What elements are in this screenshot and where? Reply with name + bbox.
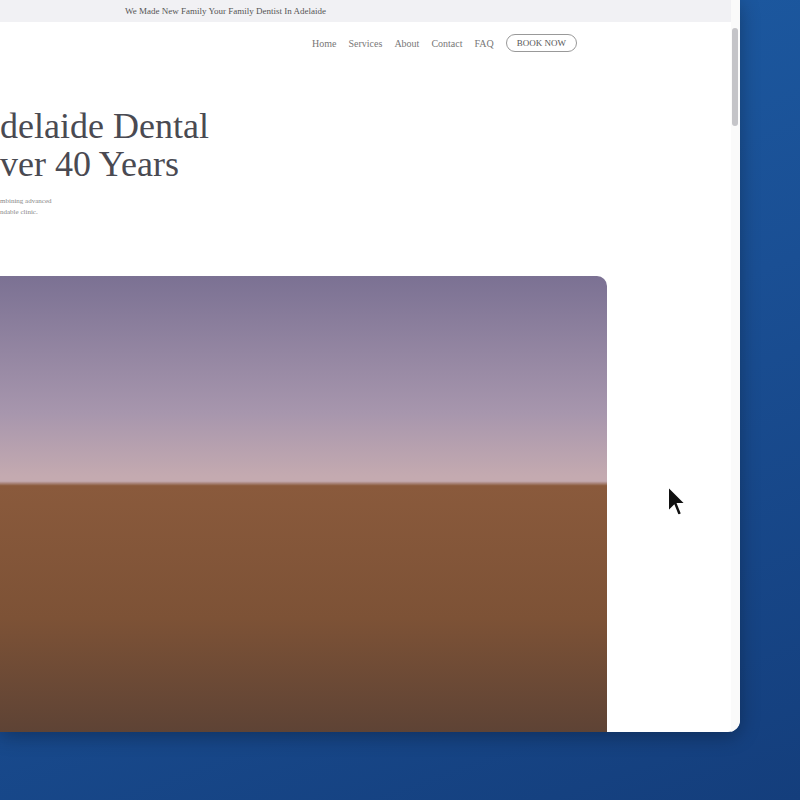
hero-title-line: delaide Dental bbox=[0, 108, 731, 146]
web-page: We Made New Family Your Family Dentist I… bbox=[0, 0, 731, 732]
scrollbar-thumb[interactable] bbox=[732, 28, 738, 126]
nav-bar: Home Services About Contact FAQ BOOK NOW bbox=[0, 22, 731, 52]
browser-window: We Made New Family Your Family Dentist I… bbox=[0, 0, 740, 732]
hero: delaide Dentalver 40 Years mbining advanc… bbox=[0, 52, 731, 218]
mouse-cursor-icon bbox=[666, 484, 688, 518]
book-now-button[interactable]: BOOK NOW bbox=[506, 34, 577, 52]
nav-link[interactable]: About bbox=[394, 38, 419, 49]
nav-link[interactable]: Home bbox=[312, 38, 336, 49]
nav-link[interactable]: Services bbox=[348, 38, 382, 49]
announcement-banner: We Made New Family Your Family Dentist I… bbox=[0, 0, 731, 22]
hero-title-line: ver 40 Years bbox=[0, 146, 731, 184]
hero-title: delaide Dentalver 40 Years bbox=[0, 108, 731, 184]
hero-subtitle: mbining advancedndable clinic. bbox=[0, 196, 731, 218]
nav-link[interactable]: Contact bbox=[431, 38, 462, 49]
scrollbar[interactable] bbox=[731, 0, 740, 732]
nav-link[interactable]: FAQ bbox=[474, 38, 493, 49]
hero-subtitle-line: ndable clinic. bbox=[0, 207, 731, 218]
desktop: We Made New Family Your Family Dentist I… bbox=[0, 0, 800, 800]
banner-text: We Made New Family Your Family Dentist I… bbox=[125, 6, 326, 16]
clinic-photo bbox=[0, 276, 607, 732]
hero-subtitle-line: mbining advanced bbox=[0, 196, 731, 207]
